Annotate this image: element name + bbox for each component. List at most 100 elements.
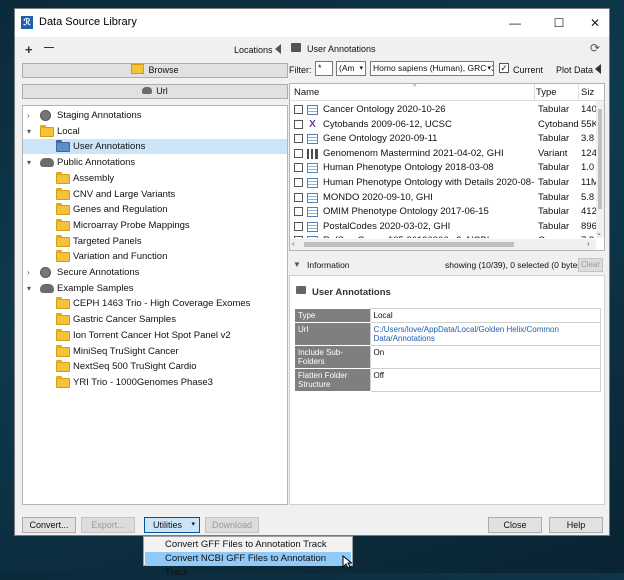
current-label: Current <box>513 65 544 75</box>
export-button[interactable]: Export... <box>81 517 135 533</box>
help-button[interactable]: Help <box>549 517 603 533</box>
annotation-file-list[interactable]: Name ^ Type Siz Cancer Ontology 2020-10-… <box>289 83 605 251</box>
row-checkbox[interactable] <box>294 163 303 173</box>
row-checkbox[interactable] <box>294 221 303 231</box>
minimize-button[interactable]: — <box>505 15 525 31</box>
chevron-down-icon: ▾ <box>359 65 363 72</box>
globe-icon <box>40 110 51 121</box>
column-divider <box>534 84 535 100</box>
download-button[interactable]: Download <box>205 517 259 533</box>
menu-item-convert-gff[interactable]: Convert GFF Files to Annotation Track <box>145 538 351 552</box>
convert-button[interactable]: Convert... <box>22 517 76 533</box>
column-header-type[interactable]: Type <box>536 87 557 98</box>
collapse-left-arrow-icon[interactable] <box>275 44 281 54</box>
genome-dropdown[interactable]: Homo sapiens (Human), GRCh3 ▾ <box>370 61 494 76</box>
row-checkbox[interactable] <box>294 119 303 129</box>
scroll-down-icon[interactable]: ⌄ <box>596 229 602 237</box>
row-checkbox[interactable] <box>294 134 303 144</box>
file-type: Tabular <box>538 133 570 145</box>
type-dropdown[interactable]: (Am ▾ <box>336 61 366 76</box>
horizontal-scrollbar[interactable]: ‹ › <box>290 239 596 250</box>
file-size: 124 <box>581 147 596 159</box>
tree-item[interactable]: Assembly <box>23 171 287 186</box>
expand-down-icon[interactable]: ▾ <box>27 127 35 136</box>
folder-icon <box>56 313 70 326</box>
tree-item[interactable]: Microarray Probe Mappings <box>23 218 287 233</box>
row-checkbox[interactable] <box>294 192 303 202</box>
tree-item[interactable]: CEPH 1463 Trio - High Coverage Exomes <box>23 296 287 311</box>
scroll-right-icon[interactable]: › <box>587 239 590 248</box>
column-header-name[interactable]: Name <box>294 87 319 98</box>
expand-down-icon[interactable]: ▾ <box>27 159 35 167</box>
column-header-size[interactable]: Siz <box>581 87 594 98</box>
tree-item[interactable]: Variation and Function <box>23 249 287 264</box>
vertical-scroll-thumb[interactable] <box>598 109 602 209</box>
tree-item[interactable]: CNV and Large Variants <box>23 187 287 202</box>
tree-item[interactable]: ▾ Public Annotations <box>23 155 287 170</box>
chevron-down-icon[interactable]: ▼ <box>293 260 301 269</box>
row-checkbox[interactable] <box>294 148 303 158</box>
tree-item[interactable]: Targeted Panels <box>23 234 287 249</box>
table-row[interactable]: Cancer Ontology 2020-10-26 Tabular 140 <box>290 102 596 117</box>
locations-tree[interactable]: › Staging Annotations ▾ Local User Annotatio… <box>22 105 288 505</box>
info-field-label: Url <box>295 322 370 346</box>
menu-item-convert-ncbi-gff[interactable]: Convert NCBI GFF Files to Annotation Tra… <box>145 552 351 578</box>
row-checkbox[interactable] <box>294 236 303 238</box>
column-divider <box>578 84 579 100</box>
refresh-icon[interactable]: ⟳ <box>590 41 600 55</box>
table-row[interactable]: Human Phenotype Ontology with Details 20… <box>290 175 596 190</box>
add-location-button[interactable]: + <box>25 42 33 57</box>
tree-item[interactable]: ▾ Example Samples <box>23 281 287 296</box>
table-row[interactable]: Genomenom Mastermind 2021-04-02, GHI Vari… <box>290 146 596 161</box>
tree-item-label: Secure Annotations <box>57 267 140 278</box>
tree-item[interactable]: User Annotations <box>23 139 287 155</box>
vertical-scrollbar[interactable]: ⌄ <box>596 101 604 238</box>
tree-item[interactable]: NextSeq 500 TruSight Cardio <box>23 359 287 374</box>
tree-item[interactable]: Gastric Cancer Samples <box>23 312 287 327</box>
table-row[interactable]: Human Phenotype Ontology 2018-03-08 Tabul… <box>290 160 596 175</box>
url-button[interactable]: Url <box>22 84 288 99</box>
utilities-button[interactable]: Utilities ▾ <box>144 517 200 533</box>
table-row[interactable]: PostalCodes 2020-03-02, GHI Tabular 896 <box>290 219 596 234</box>
information-bar: ▼ Information showing (10/39), 0 selecte… <box>289 257 605 273</box>
selection-status: showing (10/39), 0 selected (0 bytes) <box>445 260 585 270</box>
scroll-left-arrow-icon[interactable] <box>595 64 601 74</box>
table-row[interactable]: OMIM Phenotype Ontology 2017-06-15 Tabula… <box>290 204 596 219</box>
table-row[interactable]: X Cytobands 2009-06-12, UCSC Cytoband55K <box>290 117 596 132</box>
filter-input[interactable]: * <box>315 61 333 76</box>
info-url-link[interactable]: C:/Users/love/AppData/Local/Golden Helix… <box>369 322 601 346</box>
row-checkbox[interactable] <box>294 178 303 187</box>
tree-item[interactable]: › Secure Annotations <box>23 265 287 280</box>
tree-item[interactable]: MiniSeq TruSight Cancer <box>23 344 287 359</box>
table-row[interactable]: Gene Ontology 2020-09-11 Tabular 3.8 <box>290 131 596 146</box>
title-bar[interactable]: ℛ Data Source Library — ☐ ✕ <box>15 9 609 37</box>
close-button[interactable]: Close <box>488 517 542 533</box>
current-checkbox[interactable]: ✓ <box>499 63 509 73</box>
remove-location-button[interactable]: — <box>44 42 54 53</box>
table-row[interactable]: MONDO 2020-09-10, GHI Tabular 5.8 <box>290 190 596 205</box>
file-size: 55K <box>581 118 596 130</box>
tree-item[interactable]: ▾ Local <box>23 124 287 139</box>
table-row[interactable]: RefSeq Genes 105 20190906 v2, NCBIGene7.… <box>290 233 596 238</box>
info-field-label: Include Sub-Folders <box>295 345 370 369</box>
tree-item[interactable]: YRI Trio - 1000Genomes Phase3 <box>23 375 287 390</box>
horizontal-scroll-thumb[interactable] <box>304 242 514 247</box>
tree-item[interactable]: Genes and Regulation <box>23 202 287 217</box>
file-size: 1.0 <box>581 162 595 174</box>
folder-icon <box>56 218 70 231</box>
row-checkbox[interactable] <box>294 207 303 217</box>
tree-item[interactable]: Ion Torrent Cancer Hot Spot Panel v2 <box>23 328 287 343</box>
scroll-left-icon[interactable]: ‹ <box>292 239 295 248</box>
browse-button[interactable]: Browse <box>22 63 288 78</box>
expand-right-icon[interactable]: › <box>27 112 35 120</box>
row-checkbox[interactable] <box>294 105 303 114</box>
file-size: 5.8 <box>581 191 595 203</box>
close-window-button[interactable]: ✕ <box>585 15 605 31</box>
maximize-button[interactable]: ☐ <box>549 15 569 31</box>
expand-down-icon[interactable]: ▾ <box>27 284 35 293</box>
info-field-value: Off <box>369 368 601 392</box>
expand-right-icon[interactable]: › <box>27 269 35 277</box>
tree-item[interactable]: › Staging Annotations <box>23 108 287 123</box>
clear-button[interactable]: Clear <box>578 258 603 272</box>
table-grid-icon <box>307 134 318 145</box>
